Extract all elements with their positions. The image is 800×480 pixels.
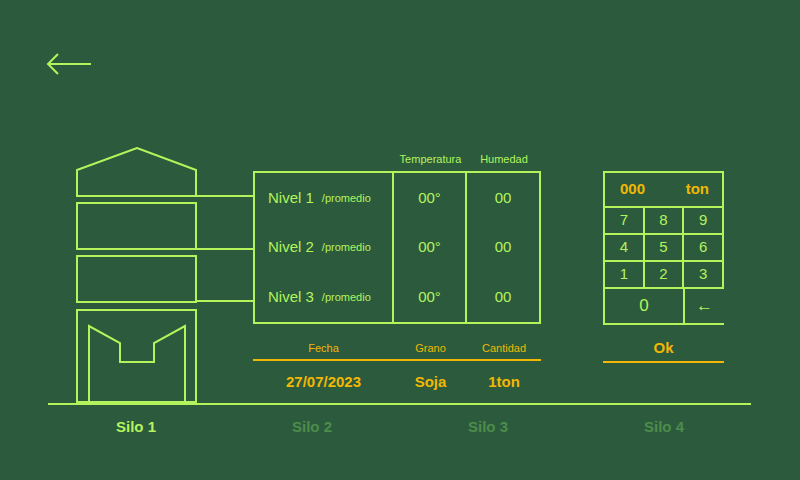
- keypad-key[interactable]: 2: [645, 262, 683, 287]
- column-header: Temperatura: [394, 151, 467, 168]
- summary-value: 1ton: [467, 371, 541, 394]
- keypad-key[interactable]: 7: [605, 208, 643, 233]
- temperature-cell: 00°: [394, 272, 467, 322]
- back-arrow-icon[interactable]: [45, 52, 93, 76]
- humidity-cell: 00: [467, 173, 539, 223]
- summary-label: Grano: [394, 341, 467, 355]
- keypad-key[interactable]: ←: [685, 289, 724, 323]
- silo-tab[interactable]: Silo 2: [224, 416, 400, 439]
- summary: FechaGranoCantidad 27/07/2023Soja1ton: [253, 341, 541, 394]
- keypad-display[interactable]: 000ton: [605, 173, 722, 208]
- silo-tabs: Silo 1Silo 2Silo 3Silo 4: [0, 405, 800, 439]
- summary-line: [253, 359, 541, 361]
- keypad-key[interactable]: 9: [684, 208, 722, 233]
- keypad: 000ton789 456 1230←: [603, 171, 724, 325]
- main-row: TemperaturaHumedadNivel 1/promedio00°00N…: [0, 147, 800, 403]
- column-header: Humedad: [467, 151, 541, 168]
- keypad-key[interactable]: 5: [645, 235, 683, 260]
- silo-tab[interactable]: Silo 4: [576, 416, 752, 439]
- levels-panel: TemperaturaHumedadNivel 1/promedio00°00N…: [253, 147, 541, 394]
- silo-tab[interactable]: Silo 3: [400, 416, 576, 439]
- summary-value: 27/07/2023: [253, 371, 394, 394]
- temperature-cell: 00°: [394, 223, 467, 273]
- table-header: TemperaturaHumedad: [253, 147, 541, 171]
- temperature-cell: 00°: [394, 173, 467, 223]
- silo-screen: TemperaturaHumedadNivel 1/promedio00°00N…: [0, 0, 800, 480]
- keypad-panel: 000ton789 456 1230← Ok: [603, 147, 724, 363]
- level-label: Nivel 3/promedio: [255, 272, 394, 322]
- silo-tab[interactable]: Silo 1: [48, 416, 224, 439]
- summary-label: Cantidad: [467, 341, 541, 355]
- keypad-key[interactable]: 6: [684, 235, 722, 260]
- summary-value: Soja: [394, 371, 467, 394]
- keypad-key[interactable]: 4: [605, 235, 643, 260]
- humidity-cell: 00: [467, 272, 539, 322]
- silo-icon: [76, 147, 253, 403]
- level-label: Nivel 1/promedio: [255, 173, 394, 223]
- summary-label: Fecha: [253, 341, 394, 355]
- ok-button[interactable]: Ok: [603, 339, 724, 363]
- ground-line: [48, 403, 751, 405]
- level-label: Nivel 2/promedio: [255, 223, 394, 273]
- level-row: Nivel 2/promedio00°00: [255, 223, 539, 273]
- level-row: Nivel 1/promedio00°00: [255, 173, 539, 223]
- level-row: Nivel 3/promedio00°00: [255, 272, 539, 322]
- header: [0, 0, 800, 147]
- keypad-key[interactable]: 0: [605, 289, 683, 323]
- keypad-key[interactable]: 1: [605, 262, 643, 287]
- humidity-cell: 00: [467, 223, 539, 273]
- keypad-key[interactable]: 8: [645, 208, 683, 233]
- levels-table: Nivel 1/promedio00°00Nivel 2/promedio00°…: [253, 171, 541, 324]
- keypad-key[interactable]: 3: [684, 262, 722, 287]
